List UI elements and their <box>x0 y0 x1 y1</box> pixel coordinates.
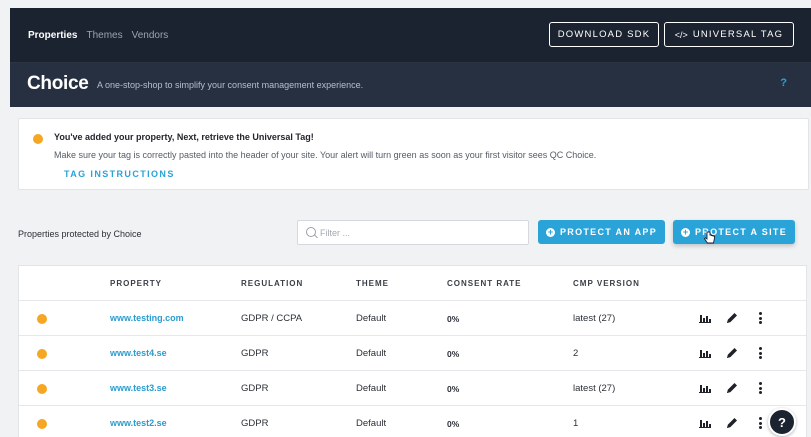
nav-properties[interactable]: Properties <box>28 30 77 41</box>
brand-logo: Choice <box>27 73 89 94</box>
header-property[interactable]: PROPERTY <box>110 279 162 288</box>
code-icon: </> <box>674 29 688 40</box>
more-options-icon[interactable] <box>759 347 762 359</box>
pencil-icon[interactable] <box>725 346 739 360</box>
more-options-icon[interactable] <box>759 382 762 394</box>
pencil-icon[interactable] <box>725 381 739 395</box>
table-row: www.test3.se GDPR Default 0% latest (27) <box>19 371 806 406</box>
theme-cell: Default <box>356 418 387 429</box>
regulation-cell: GDPR / CCPA <box>241 313 303 324</box>
header-consent-rate[interactable]: CONSENT RATE <box>447 279 522 288</box>
filter-input[interactable] <box>320 221 520 244</box>
cmp-version-cell: latest (27) <box>573 383 616 394</box>
tag-instructions-link[interactable]: TAG INSTRUCTIONS <box>64 169 175 179</box>
theme-cell: Default <box>356 313 387 324</box>
consent-rate-cell: 0% <box>447 314 460 324</box>
help-link[interactable]: ? <box>780 77 787 89</box>
property-link[interactable]: www.test2.se <box>110 418 167 428</box>
table-header: PROPERTY REGULATION THEME CONSENT RATE C… <box>19 266 806 301</box>
section-label: Properties protected by Choice <box>18 229 142 239</box>
setup-alert: You've added your property, Next, retrie… <box>18 118 809 190</box>
header-cmp-version[interactable]: CMP VERSION <box>573 279 640 288</box>
table-row: www.test2.se GDPR Default 0% 1 <box>19 406 806 437</box>
top-nav: Properties Themes Vendors <box>28 30 168 41</box>
cmp-version-cell: 2 <box>573 348 579 359</box>
status-dot-icon <box>37 349 47 359</box>
regulation-cell: GDPR <box>241 418 269 429</box>
app-header: Properties Themes Vendors DOWNLOAD SDK <… <box>10 8 811 107</box>
protect-app-button[interactable]: + PROTECT AN APP <box>538 220 665 244</box>
consent-rate-cell: 0% <box>447 349 460 359</box>
alert-title: You've added your property, Next, retrie… <box>54 132 314 142</box>
more-options-icon[interactable] <box>759 312 762 324</box>
cmp-version-cell: latest (27) <box>573 313 616 324</box>
alert-body: Make sure your tag is correctly pasted i… <box>54 150 597 160</box>
pencil-icon[interactable] <box>725 311 739 325</box>
pencil-icon[interactable] <box>725 416 739 430</box>
status-dot-icon <box>37 419 47 429</box>
brand-tagline: A one-stop-shop to simplify your consent… <box>97 80 364 90</box>
property-link[interactable]: www.test4.se <box>110 348 167 358</box>
bar-chart-icon[interactable] <box>699 383 711 393</box>
search-icon <box>306 227 316 237</box>
more-options-icon[interactable] <box>759 417 762 429</box>
theme-cell: Default <box>356 383 387 394</box>
universal-tag-label: UNIVERSAL TAG <box>692 29 784 40</box>
universal-tag-button[interactable]: </> UNIVERSAL TAG <box>664 22 794 47</box>
header-regulation[interactable]: REGULATION <box>241 279 303 288</box>
nav-themes[interactable]: Themes <box>86 30 122 41</box>
table-row: www.test4.se GDPR Default 0% 2 <box>19 336 806 371</box>
property-link[interactable]: www.test3.se <box>110 383 167 393</box>
filter-box[interactable] <box>297 220 529 245</box>
nav-vendors[interactable]: Vendors <box>132 30 169 41</box>
hand-cursor-icon <box>703 231 715 244</box>
table-row: www.testing.com GDPR / CCPA Default 0% lates… <box>19 301 806 336</box>
property-link[interactable]: www.testing.com <box>110 313 184 323</box>
properties-table: PROPERTY REGULATION THEME CONSENT RATE C… <box>18 265 807 437</box>
status-dot-icon <box>33 134 43 144</box>
brand-bar: Choice A one-stop-shop to simplify your … <box>10 63 811 107</box>
help-chat-button[interactable]: ? <box>768 408 796 436</box>
cmp-version-cell: 1 <box>573 418 579 429</box>
bar-chart-icon[interactable] <box>699 348 711 358</box>
status-dot-icon <box>37 384 47 394</box>
consent-rate-cell: 0% <box>447 419 460 429</box>
bar-chart-icon[interactable] <box>699 418 711 428</box>
protect-site-button[interactable]: + PROTECT A SITE <box>673 220 795 244</box>
regulation-cell: GDPR <box>241 383 269 394</box>
plus-circle-icon: + <box>680 226 690 237</box>
regulation-cell: GDPR <box>241 348 269 359</box>
download-sdk-button[interactable]: DOWNLOAD SDK <box>549 22 659 47</box>
header-theme[interactable]: THEME <box>356 279 389 288</box>
bar-chart-icon[interactable] <box>699 313 711 323</box>
status-dot-icon <box>37 314 47 324</box>
protect-app-label: PROTECT AN APP <box>559 227 658 237</box>
plus-circle-icon: + <box>545 226 555 237</box>
consent-rate-cell: 0% <box>447 384 460 394</box>
theme-cell: Default <box>356 348 387 359</box>
